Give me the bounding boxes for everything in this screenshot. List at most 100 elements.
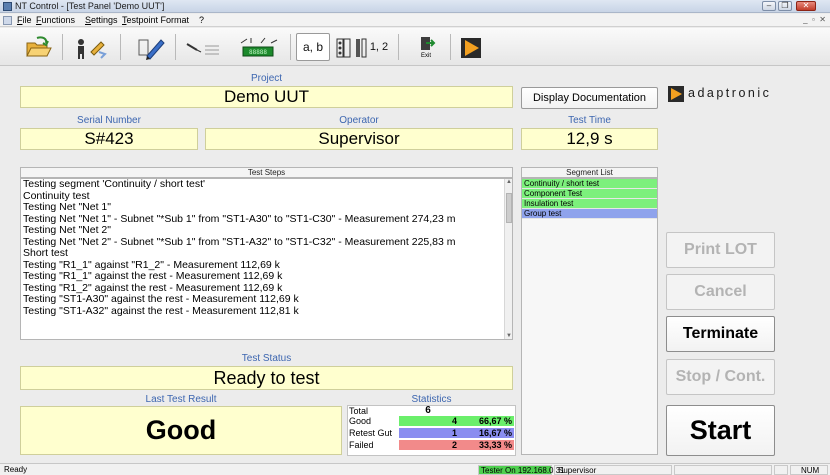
- stat-row-count: 2: [399, 440, 459, 450]
- stat-row-percent: 16,67 %: [459, 428, 514, 438]
- stat-row-label: Good: [349, 416, 372, 426]
- run-button[interactable]: [458, 33, 482, 61]
- tester-status-pane: Tester On 192.168.0.31: [478, 465, 565, 475]
- menu-settings[interactable]: Settings: [85, 15, 118, 25]
- operator-button[interactable]: [70, 33, 110, 61]
- app-icon: [3, 2, 12, 11]
- svg-text:88888: 88888: [249, 49, 267, 56]
- menu-help[interactable]: ?: [199, 15, 204, 25]
- last-result-field: Good: [20, 406, 342, 455]
- segment-list-item[interactable]: Component Test: [522, 189, 657, 199]
- test-status-field: Ready to test: [20, 366, 513, 390]
- statistics-label: Statistics: [411, 394, 452, 405]
- probe-button[interactable]: [182, 33, 224, 61]
- toolbar-separator: [398, 34, 399, 60]
- test-step-line: Testing "ST1-A30" against the rest - Mea…: [23, 293, 299, 305]
- status-user: Supervisor: [558, 466, 597, 475]
- exit-button[interactable]: Exit: [412, 33, 438, 61]
- serial-number-label: Serial Number: [77, 115, 141, 126]
- edit-button[interactable]: [132, 33, 168, 61]
- display-documentation-button[interactable]: Display Documentation: [521, 87, 658, 109]
- test-time-label: Test Time: [568, 115, 611, 126]
- brand-logo-icon: [668, 86, 684, 102]
- menu-testpoint-format[interactable]: Testpoint Format: [122, 15, 189, 25]
- stat-row: Good 4 66,67 %: [347, 416, 516, 426]
- toolbar-separator: [120, 34, 121, 60]
- stat-row-percent: 33,33 %: [459, 440, 514, 450]
- test-time-field: 12,9 s: [521, 128, 658, 150]
- project-label: Project: [250, 73, 283, 84]
- serial-number-field: S#423: [20, 128, 198, 150]
- test-step-line: Testing Net "Net 1": [23, 201, 111, 213]
- test-step-line: Testing Net "Net 2": [23, 224, 111, 236]
- restore-icon[interactable]: ❐: [778, 1, 792, 11]
- measure-button[interactable]: 88888: [232, 33, 284, 61]
- stat-row-label: Failed: [349, 440, 374, 450]
- operator-icon: [78, 39, 107, 59]
- scroll-thumb[interactable]: [506, 193, 512, 223]
- stat-row: Retest Gut 1 16,67 %: [347, 428, 516, 438]
- last-result-label: Last Test Result: [145, 394, 217, 405]
- stop-continue-button[interactable]: Stop / Cont.: [666, 359, 775, 395]
- exit-label: Exit: [420, 53, 431, 59]
- segment-list-item[interactable]: Group test: [522, 209, 657, 219]
- mdi-child-icon[interactable]: [3, 16, 12, 25]
- close-icon[interactable]: ✕: [796, 1, 816, 11]
- mdi-window-controls[interactable]: _ ▫ ✕: [803, 15, 826, 24]
- open-folder-icon: [26, 36, 52, 57]
- test-step-line: Short test: [23, 247, 68, 259]
- num-lock-indicator: NUM: [801, 466, 820, 475]
- tester-status: Tester On 192.168.0.31: [481, 466, 565, 475]
- open-folder-button[interactable]: [22, 33, 52, 61]
- pin-format-ab-button[interactable]: a, b: [296, 33, 330, 61]
- connector-2-icon: [356, 38, 367, 58]
- connector-icon: [336, 38, 351, 58]
- num-lock-pane: NUM: [790, 465, 828, 475]
- print-lot-data-button[interactable]: Print LOT Data: [666, 232, 775, 292]
- stat-row-count: 1: [399, 428, 459, 438]
- scroll-down-icon[interactable]: ▼: [505, 333, 513, 339]
- toolbar-separator: [175, 34, 176, 60]
- menu-file[interactable]: File: [17, 15, 32, 25]
- brand-logo: adaptronic: [668, 85, 783, 103]
- status-bar: Ready Tester On 192.168.0.31 Supervisor …: [0, 463, 830, 475]
- test-steps-header: Test Steps: [20, 167, 513, 178]
- menu-functions[interactable]: Functions: [36, 15, 75, 25]
- stat-total-row: Total 6: [347, 405, 516, 417]
- stat-row-count: 4: [399, 416, 459, 426]
- user-pane: Supervisor: [554, 465, 672, 475]
- status-pane: [774, 465, 788, 475]
- segment-list-header: Segment List: [521, 167, 658, 178]
- connector-button[interactable]: [332, 33, 352, 61]
- exit-door-icon: [421, 37, 436, 50]
- pin-format-12-button[interactable]: 1, 2: [368, 33, 390, 61]
- connector-2-button[interactable]: [352, 33, 368, 61]
- window-title: NT Control - [Test Panel 'Demo UUT']: [15, 1, 165, 11]
- test-step-line: Testing "R1_1" against the rest - Measur…: [23, 270, 283, 282]
- stat-total-value: 6: [425, 405, 431, 416]
- scroll-up-icon[interactable]: ▲: [505, 179, 513, 185]
- segment-list-item[interactable]: Insulation test: [522, 199, 657, 209]
- probe-icon: [186, 43, 219, 55]
- segment-list-item[interactable]: Continuity / short test: [522, 179, 657, 189]
- test-step-line: Testing segment 'Continuity / short test…: [23, 178, 206, 190]
- toolbar: 88888 a, b 1, 2 Exit: [0, 28, 830, 66]
- test-steps-scrollbar[interactable]: ▲ ▼: [504, 179, 512, 339]
- toolbar-separator: [290, 34, 291, 60]
- operator-label: Operator: [339, 115, 379, 126]
- segment-list[interactable]: Continuity / short test Component Test Ins…: [521, 178, 658, 455]
- toolbar-separator: [62, 34, 63, 60]
- terminate-button[interactable]: Terminate: [666, 316, 775, 352]
- test-steps-log[interactable]: Testing segment 'Continuity / short test…: [20, 178, 513, 340]
- stat-row-label: Retest Gut: [349, 428, 393, 438]
- stat-row: Failed 2 33,33 %: [347, 440, 516, 450]
- operator-field: Supervisor: [205, 128, 513, 150]
- edit-pencil-icon: [138, 39, 165, 60]
- test-status-label: Test Status: [241, 353, 292, 364]
- cancel-button[interactable]: Cancel: [666, 274, 775, 310]
- minimize-icon[interactable]: –: [762, 1, 776, 11]
- start-button[interactable]: Start: [666, 405, 775, 456]
- title-bar: NT Control - [Test Panel 'Demo UUT'] – ❐…: [0, 0, 830, 13]
- measurement-icon: 88888: [240, 37, 278, 57]
- stat-row-percent: 66,67 %: [459, 416, 514, 426]
